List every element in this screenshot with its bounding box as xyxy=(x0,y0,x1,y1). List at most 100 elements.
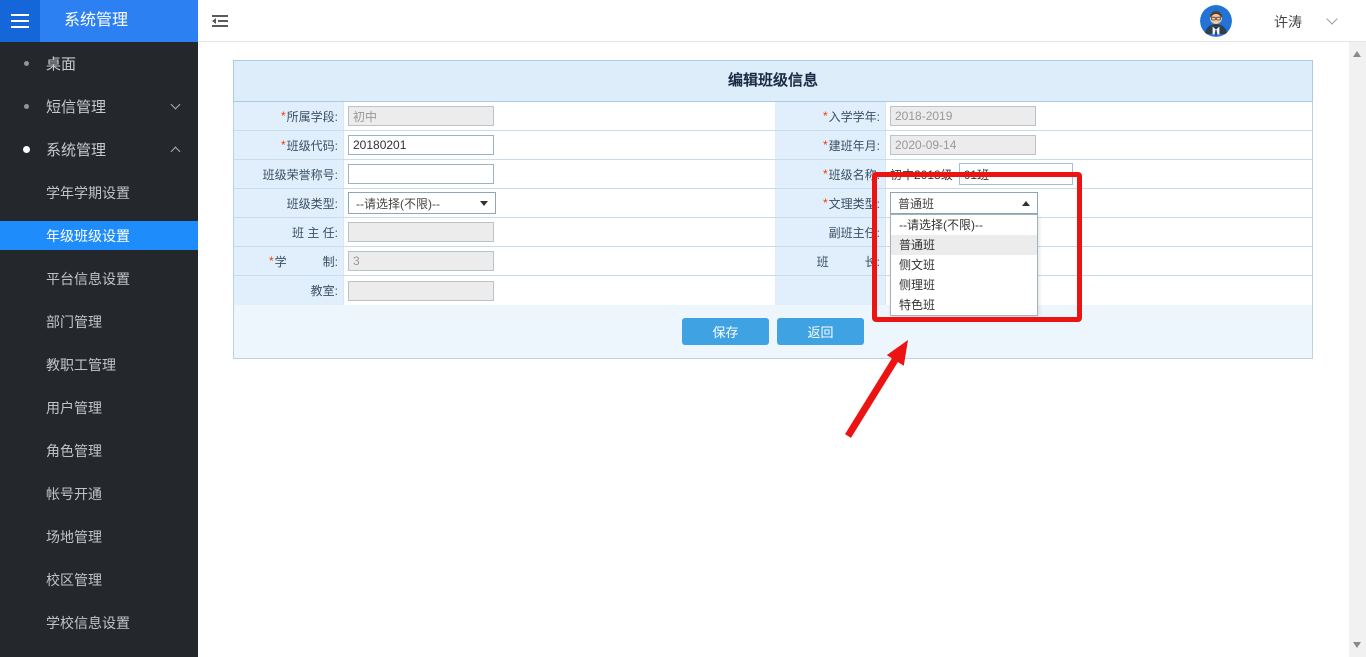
enroll-year-input xyxy=(890,106,1036,126)
table-row: *学 制: 班 长: xyxy=(234,247,1312,276)
dropdown-option-highlighted[interactable]: 普通班 xyxy=(891,235,1037,255)
field-label-cell: *学 制: xyxy=(234,247,344,275)
field-label-cell: *班级代码: xyxy=(234,131,344,159)
dropdown-option[interactable]: 特色班 xyxy=(891,295,1037,315)
caret-down-icon xyxy=(480,201,488,206)
table-row: 班 主 任: 副班主任: xyxy=(234,218,1312,247)
field-label-cell: *所属学段: xyxy=(234,102,344,130)
field-label: 学 制: xyxy=(275,253,338,270)
caret-up-icon xyxy=(1022,201,1030,206)
school-system-input xyxy=(348,251,494,271)
field-label: 班级代码: xyxy=(287,137,338,154)
page: 系统管理 桌面 短信管理 系统管理 学年学期设置 年级班级设置 平台信息设置 部… xyxy=(0,0,1366,657)
table-row: *所属学段: *入学学年: xyxy=(234,102,1312,131)
sidebar-item-label: 学年学期设置 xyxy=(46,183,130,203)
class-code-input[interactable] xyxy=(348,135,494,155)
field-label: 文理类型: xyxy=(829,195,880,212)
field-label-cell: 班级荣誉称号: xyxy=(234,160,344,188)
sidebar-item-platform-info-settings[interactable]: 平台信息设置 xyxy=(0,257,198,300)
sidebar-item-system-management[interactable]: 系统管理 xyxy=(0,128,198,171)
sidebar-menu: 桌面 短信管理 系统管理 学年学期设置 年级班级设置 平台信息设置 部门管理 教… xyxy=(0,42,198,644)
class-type-select[interactable]: --请选择(不限)-- xyxy=(348,192,496,214)
scroll-up-arrow-icon[interactable] xyxy=(1353,51,1361,57)
required-star: * xyxy=(269,254,274,268)
sidebar-item-academic-year-settings[interactable]: 学年学期设置 xyxy=(0,171,198,214)
hamburger-bar xyxy=(11,26,29,28)
sidebar-item-venue-management[interactable]: 场地管理 xyxy=(0,515,198,558)
bullet-icon xyxy=(24,61,29,66)
classroom-input xyxy=(348,281,494,301)
field-label: 班级荣誉称号: xyxy=(263,166,338,183)
edit-class-form: 编辑班级信息 *所属学段: *入学学年: *班级代码: *建班年月: 班级荣誉称… xyxy=(233,60,1313,359)
head-teacher-input xyxy=(348,222,494,242)
table-row: 教室: xyxy=(234,276,1312,305)
sidebar-item-label: 教职工管理 xyxy=(46,355,116,375)
sidebar-item-grade-class-settings[interactable]: 年级班级设置 xyxy=(0,214,198,257)
outdent-icon[interactable] xyxy=(212,15,228,27)
field-label: 班级名称: xyxy=(829,166,880,183)
sidebar-item-user-management[interactable]: 用户管理 xyxy=(0,386,198,429)
selected-value: 普通班 xyxy=(898,195,934,212)
hamburger-icon[interactable] xyxy=(0,0,40,42)
field-label-cell: 班级类型: xyxy=(234,189,344,217)
hamburger-bar xyxy=(11,20,29,22)
table-row: 班级荣誉称号: *班级名称: 初中2018级 xyxy=(234,160,1312,189)
form-table: *所属学段: *入学学年: *班级代码: *建班年月: 班级荣誉称号: *班级名… xyxy=(233,102,1313,359)
sidebar-item-label: 角色管理 xyxy=(46,441,102,461)
avatar[interactable] xyxy=(1200,5,1232,37)
bullet-icon xyxy=(23,146,30,153)
dropdown-option[interactable]: 侧理班 xyxy=(891,275,1037,295)
user-name[interactable]: 许涛 xyxy=(1274,12,1302,32)
scrollbar[interactable] xyxy=(1349,42,1366,657)
bullet-icon xyxy=(24,104,29,109)
field-label-cell: *班级名称: xyxy=(776,160,886,188)
scroll-down-arrow-icon[interactable] xyxy=(1353,642,1361,648)
field-label-cell: *入学学年: xyxy=(776,102,886,130)
field-label-cell: *建班年月: xyxy=(776,131,886,159)
topbar: 许涛 xyxy=(198,0,1366,42)
dropdown-option[interactable]: 侧文班 xyxy=(891,255,1037,275)
required-star: * xyxy=(281,138,286,152)
required-star: * xyxy=(823,167,828,181)
sidebar-item-label: 短信管理 xyxy=(46,96,106,117)
sidebar-item-label: 部门管理 xyxy=(46,312,102,332)
hamburger-bar xyxy=(11,14,29,16)
sidebar-item-account-activation[interactable]: 帐号开通 xyxy=(0,472,198,515)
sidebar-item-desktop[interactable]: 桌面 xyxy=(0,42,198,85)
dropdown-option[interactable]: --请选择(不限)-- xyxy=(891,215,1037,235)
sidebar-item-label: 桌面 xyxy=(46,53,76,74)
sidebar-item-label: 平台信息设置 xyxy=(46,269,130,289)
back-button[interactable]: 返回 xyxy=(777,318,864,345)
field-label-cell: 班 长: xyxy=(776,247,886,275)
sidebar-item-campus-management[interactable]: 校区管理 xyxy=(0,558,198,601)
sidebar: 系统管理 桌面 短信管理 系统管理 学年学期设置 年级班级设置 平台信息设置 部… xyxy=(0,0,198,657)
arts-science-select[interactable]: 普通班 xyxy=(890,192,1038,214)
sidebar-item-school-info-settings[interactable]: 学校信息设置 xyxy=(0,601,198,644)
sidebar-item-staff-management[interactable]: 教职工管理 xyxy=(0,343,198,386)
field-label: 所属学段: xyxy=(287,108,338,125)
sidebar-item-department-management[interactable]: 部门管理 xyxy=(0,300,198,343)
sidebar-item-label: 系统管理 xyxy=(46,139,106,160)
sidebar-item-sms-management[interactable]: 短信管理 xyxy=(0,85,198,128)
required-star: * xyxy=(823,138,828,152)
school-stage-input xyxy=(348,106,494,126)
field-label-cell: 教室: xyxy=(234,276,344,305)
field-label-cell: 副班主任: xyxy=(776,218,886,246)
class-name-input[interactable] xyxy=(959,163,1073,185)
field-label: 班 主 任: xyxy=(292,224,338,241)
sidebar-title: 系统管理 xyxy=(40,0,198,42)
create-date-input xyxy=(890,135,1036,155)
chevron-down-icon[interactable] xyxy=(1326,13,1337,24)
class-name-prefix: 初中2018级 xyxy=(890,166,953,183)
required-star: * xyxy=(823,196,828,210)
sidebar-item-label: 校区管理 xyxy=(46,570,102,590)
field-label: 副班主任: xyxy=(829,224,880,241)
required-star: * xyxy=(823,109,828,123)
save-button[interactable]: 保存 xyxy=(682,318,769,345)
sidebar-item-role-management[interactable]: 角色管理 xyxy=(0,429,198,472)
arts-science-dropdown: --请选择(不限)-- 普通班 侧文班 侧理班 特色班 xyxy=(890,214,1038,316)
honor-title-input[interactable] xyxy=(348,164,494,184)
table-row: *班级代码: *建班年月: xyxy=(234,131,1312,160)
field-label: 班级类型: xyxy=(287,195,338,212)
sidebar-item-label: 学校信息设置 xyxy=(46,613,130,633)
